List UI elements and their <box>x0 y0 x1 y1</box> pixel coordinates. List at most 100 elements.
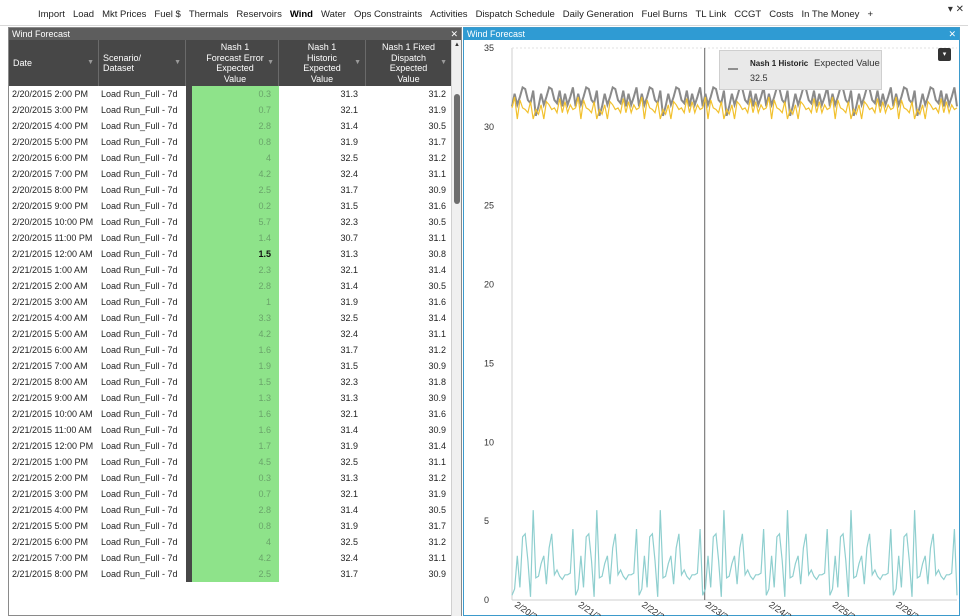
cell-historic[interactable]: 32.1 <box>279 486 366 502</box>
cell-scenario[interactable]: Load Run_Full - 7d <box>99 566 186 582</box>
cell-scenario[interactable]: Load Run_Full - 7d <box>99 422 186 438</box>
cell-forecast-error[interactable]: 2.5 <box>192 566 279 582</box>
filter-icon[interactable]: ▼ <box>354 58 361 69</box>
cell-scenario[interactable]: Load Run_Full - 7d <box>99 230 186 246</box>
cell-date[interactable]: 2/21/2015 11:00 AM <box>9 422 99 438</box>
cell-forecast-error[interactable]: 2.8 <box>192 118 279 134</box>
cell-historic[interactable]: 31.3 <box>279 246 366 262</box>
table-row[interactable]: 2/20/2015 5:00 PM Load Run_Full - 7d 0.8 31… <box>9 134 452 150</box>
cell-date[interactable]: 2/21/2015 3:00 PM <box>9 486 99 502</box>
cell-historic[interactable]: 32.4 <box>279 326 366 342</box>
cell-date[interactable]: 2/21/2015 8:00 AM <box>9 374 99 390</box>
cell-date[interactable]: 2/21/2015 2:00 PM <box>9 470 99 486</box>
cell-date[interactable]: 2/21/2015 6:00 AM <box>9 342 99 358</box>
cell-forecast-error[interactable]: 0.8 <box>192 134 279 150</box>
cell-date[interactable]: 2/20/2015 2:00 PM <box>9 86 99 102</box>
cell-forecast-error[interactable]: 2.3 <box>192 262 279 278</box>
table-row[interactable]: 2/21/2015 5:00 AM Load Run_Full - 7d 4.2 32… <box>9 326 452 342</box>
filter-icon[interactable]: ▼ <box>440 58 447 69</box>
cell-historic[interactable]: 31.9 <box>279 294 366 310</box>
cell-scenario[interactable]: Load Run_Full - 7d <box>99 150 186 166</box>
cell-historic[interactable]: 32.5 <box>279 454 366 470</box>
grid-scrollbar[interactable]: ▲ <box>451 40 461 616</box>
cell-forecast-error[interactable]: 4 <box>192 150 279 166</box>
menu-tab[interactable]: Daily Generation <box>559 9 638 20</box>
close-icon[interactable]: ✕ <box>450 28 458 40</box>
cell-historic[interactable]: 32.4 <box>279 166 366 182</box>
filter-icon[interactable]: ▼ <box>174 58 181 69</box>
cell-fixed-dispatch[interactable]: 30.5 <box>366 214 452 230</box>
cell-forecast-error[interactable]: 2.8 <box>192 502 279 518</box>
column-header-date[interactable]: Date ▼ <box>9 40 99 86</box>
table-row[interactable]: 2/21/2015 5:00 PM Load Run_Full - 7d 0.8 31… <box>9 518 452 534</box>
cell-historic[interactable]: 31.3 <box>279 86 366 102</box>
cell-date[interactable]: 2/20/2015 8:00 PM <box>9 182 99 198</box>
cell-scenario[interactable]: Load Run_Full - 7d <box>99 406 186 422</box>
cell-scenario[interactable]: Load Run_Full - 7d <box>99 182 186 198</box>
cell-fixed-dispatch[interactable]: 31.2 <box>366 150 452 166</box>
cell-forecast-error[interactable]: 5.7 <box>192 214 279 230</box>
cell-scenario[interactable]: Load Run_Full - 7d <box>99 278 186 294</box>
cell-historic[interactable]: 32.3 <box>279 214 366 230</box>
cell-scenario[interactable]: Load Run_Full - 7d <box>99 486 186 502</box>
table-row[interactable]: 2/21/2015 12:00 PM Load Run_Full - 7d 1.7 3… <box>9 438 452 454</box>
cell-historic[interactable]: 32.1 <box>279 102 366 118</box>
cell-historic[interactable]: 32.5 <box>279 310 366 326</box>
cell-forecast-error[interactable]: 4.2 <box>192 166 279 182</box>
cell-fixed-dispatch[interactable]: 31.6 <box>366 294 452 310</box>
cell-date[interactable]: 2/20/2015 4:00 PM <box>9 118 99 134</box>
cell-forecast-error[interactable]: 1 <box>192 294 279 310</box>
cell-scenario[interactable]: Load Run_Full - 7d <box>99 326 186 342</box>
chart-area[interactable]: 0 5 10 15 20 25 30 35 2/20/2015 2/21/2015 2/22/201… <box>464 40 959 616</box>
cell-scenario[interactable]: Load Run_Full - 7d <box>99 502 186 518</box>
menu-tab[interactable]: Reservoirs <box>232 9 285 20</box>
cell-fixed-dispatch[interactable]: 31.1 <box>366 550 452 566</box>
cell-historic[interactable]: 32.3 <box>279 374 366 390</box>
cell-forecast-error[interactable]: 1.4 <box>192 230 279 246</box>
cell-forecast-error[interactable]: 1.3 <box>192 390 279 406</box>
cell-forecast-error[interactable]: 0.8 <box>192 518 279 534</box>
cell-historic[interactable]: 31.7 <box>279 342 366 358</box>
table-row[interactable]: 2/21/2015 1:00 AM Load Run_Full - 7d 2.3 32… <box>9 262 452 278</box>
cell-date[interactable]: 2/20/2015 10:00 PM <box>9 214 99 230</box>
cell-forecast-error[interactable]: 1.5 <box>192 374 279 390</box>
cell-scenario[interactable]: Load Run_Full - 7d <box>99 358 186 374</box>
filter-icon[interactable]: ▼ <box>87 58 94 69</box>
column-header-forecast-error[interactable]: Nash 1 Forecast Error Expected Value ▼ <box>192 40 279 86</box>
cell-scenario[interactable]: Load Run_Full - 7d <box>99 390 186 406</box>
cell-historic[interactable]: 32.5 <box>279 150 366 166</box>
cell-forecast-error[interactable]: 2.5 <box>192 182 279 198</box>
cell-fixed-dispatch[interactable]: 30.9 <box>366 182 452 198</box>
cell-historic[interactable]: 31.9 <box>279 438 366 454</box>
menu-tab[interactable]: Dispatch Schedule <box>472 9 559 20</box>
cell-date[interactable]: 2/20/2015 7:00 PM <box>9 166 99 182</box>
cell-scenario[interactable]: Load Run_Full - 7d <box>99 246 186 262</box>
table-row[interactable]: 2/20/2015 8:00 PM Load Run_Full - 7d 2.5 31… <box>9 182 452 198</box>
table-row[interactable]: 2/21/2015 8:00 AM Load Run_Full - 7d 1.5 32… <box>9 374 452 390</box>
menu-tab[interactable]: Fuel $ <box>150 9 184 20</box>
cell-scenario[interactable]: Load Run_Full - 7d <box>99 262 186 278</box>
cell-date[interactable]: 2/20/2015 3:00 PM <box>9 102 99 118</box>
menu-tab[interactable]: Costs <box>765 9 797 20</box>
cell-date[interactable]: 2/21/2015 6:00 PM <box>9 534 99 550</box>
cell-fixed-dispatch[interactable]: 31.2 <box>366 342 452 358</box>
cell-historic[interactable]: 31.5 <box>279 358 366 374</box>
cell-date[interactable]: 2/21/2015 2:00 AM <box>9 278 99 294</box>
cell-fixed-dispatch[interactable]: 31.7 <box>366 134 452 150</box>
table-row[interactable]: 2/21/2015 2:00 PM Load Run_Full - 7d 0.3 31… <box>9 470 452 486</box>
cell-scenario[interactable]: Load Run_Full - 7d <box>99 166 186 182</box>
table-row[interactable]: 2/21/2015 4:00 PM Load Run_Full - 7d 2.8 31… <box>9 502 452 518</box>
menu-tab[interactable]: Wind <box>286 9 317 20</box>
table-row[interactable]: 2/21/2015 1:00 PM Load Run_Full - 7d 4.5 32… <box>9 454 452 470</box>
cell-historic[interactable]: 31.4 <box>279 422 366 438</box>
cell-scenario[interactable]: Load Run_Full - 7d <box>99 534 186 550</box>
cell-fixed-dispatch[interactable]: 30.9 <box>366 566 452 582</box>
cell-scenario[interactable]: Load Run_Full - 7d <box>99 118 186 134</box>
cell-forecast-error[interactable]: 0.3 <box>192 470 279 486</box>
cell-fixed-dispatch[interactable]: 30.5 <box>366 502 452 518</box>
cell-fixed-dispatch[interactable]: 31.7 <box>366 518 452 534</box>
cell-fixed-dispatch[interactable]: 31.6 <box>366 406 452 422</box>
cell-date[interactable]: 2/20/2015 9:00 PM <box>9 198 99 214</box>
cell-date[interactable]: 2/21/2015 12:00 PM <box>9 438 99 454</box>
menu-tab[interactable]: Import <box>34 9 69 20</box>
